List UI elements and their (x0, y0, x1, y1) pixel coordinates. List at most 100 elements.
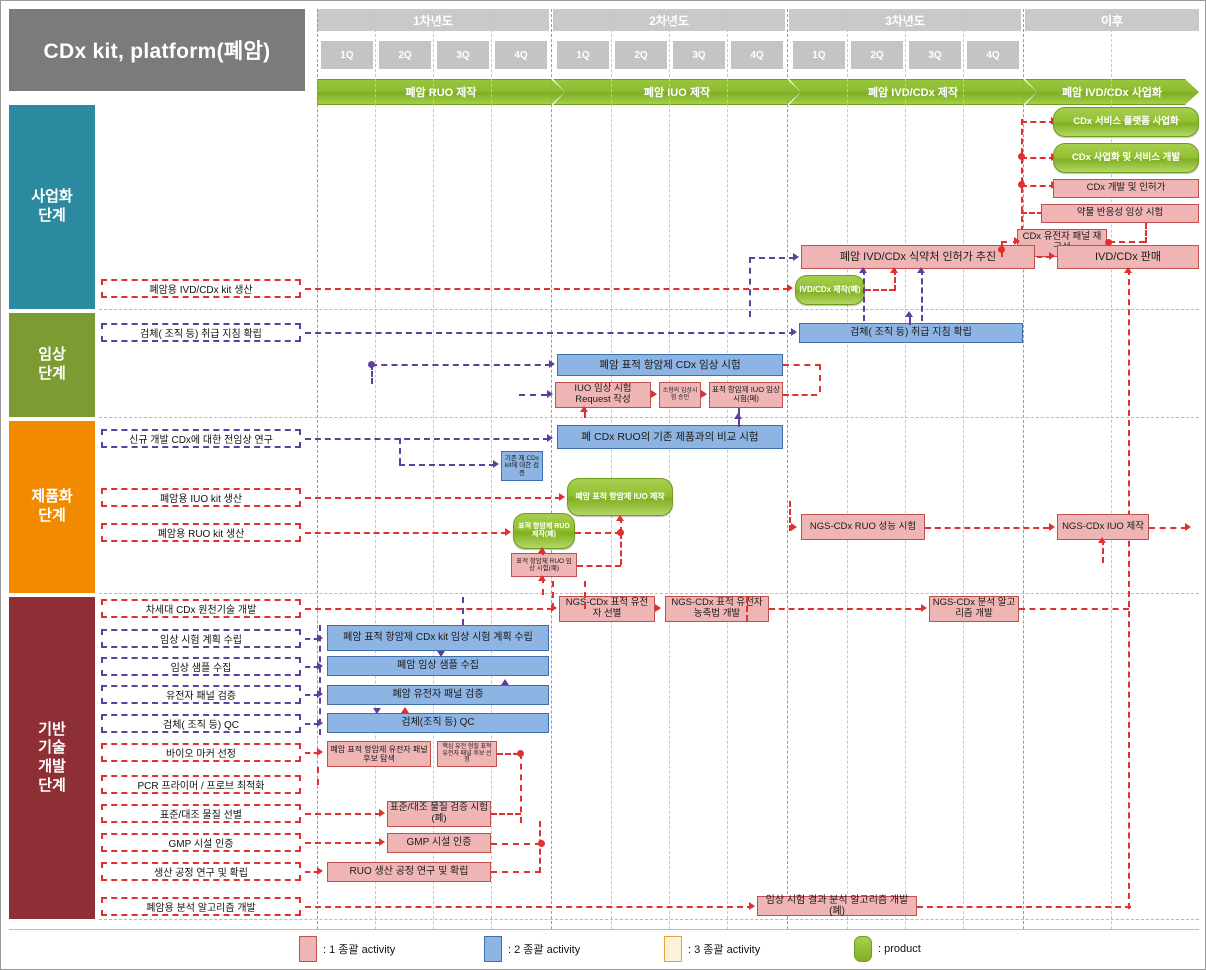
connector-horizontal (769, 608, 921, 610)
quarter-cell-8: 4Q (731, 41, 783, 69)
arrow-icon (1049, 252, 1055, 260)
junction-dot (368, 361, 375, 368)
connector-vertical (539, 821, 541, 873)
gridline-year-3 (787, 9, 788, 929)
arrow-icon (734, 413, 742, 419)
legend-label-1: : 1 종괄 activity (323, 944, 396, 956)
gridline-year-2 (551, 9, 552, 929)
quarter-cell-4: 4Q (495, 41, 547, 69)
connector-vertical (746, 597, 748, 621)
node-base-ngs-enrich[interactable]: NGS-CDx 표적 유전자 농축법 개발 (665, 596, 769, 622)
connector-vertical (1145, 223, 1147, 243)
node-clin-specimen-guide[interactable]: 검체( 조직 등) 취급 지침 확립 (799, 323, 1023, 343)
stage-label-clin-text: 임상 단계 (38, 346, 66, 382)
node-base-plan[interactable]: 폐암 표적 항암제 CDx kit 임상 시험 계획 수립 (327, 625, 549, 651)
quarter-cell-10: 2Q (851, 41, 903, 69)
connector-horizontal (1019, 608, 1129, 610)
gridline-q (611, 9, 612, 929)
node-clin-target-trial[interactable]: 폐암 표적 항암제 CDx 임상 시험 (557, 354, 783, 376)
gridline-q (375, 9, 376, 929)
legend-swatch-pink (299, 936, 317, 962)
node-base-ruo-process[interactable]: RUO 생산 공정 연구 및 확립 (327, 862, 491, 882)
node-clin-iuo-approval[interactable]: 소형의 임상시험 승인 (659, 382, 701, 408)
roadmap-canvas: CDx kit, platform(폐암) 1차년도 2차년도 3차년도 이후 … (0, 0, 1206, 970)
node-base-trial-algo[interactable]: 임상 시험 결과 분석 알고리즘 개발(폐) (757, 895, 917, 917)
legend-swatch-green (854, 936, 872, 962)
legend-item-2: : 2 종괄 activity (484, 932, 580, 966)
node-clin-iuo-request[interactable]: IUO 임상 시험 Request 작성 (555, 382, 651, 408)
node-prod-iuo-product[interactable]: 폐암 표적 항암제 IUO 제작 (567, 478, 673, 516)
connector-vertical (552, 581, 554, 609)
node-biz-cdx-dev-approval[interactable]: CDx 개발 및 인허가 (1053, 179, 1199, 198)
gridline-q (727, 9, 728, 929)
gridline-year-1 (317, 9, 318, 929)
arrow-icon (317, 867, 323, 875)
connector-vertical-purple (462, 597, 464, 625)
legend-swatch-cream (664, 936, 682, 962)
quarter-cell-1: 1Q (321, 41, 373, 69)
connector-horizontal (497, 753, 519, 755)
arrow-icon (379, 809, 385, 817)
arrow-icon (616, 515, 624, 521)
node-biz-cdx-service-dev[interactable]: CDx 사업화 및 서비스 개발 (1053, 143, 1199, 173)
legend-label-2: : 2 종괄 activity (508, 944, 581, 956)
node-base-ngs-target-gene[interactable]: NGS-CDx 표적 유전자 선별 (559, 596, 655, 622)
gridline-q (669, 9, 670, 929)
rowlabel-base-3: 임상 샘플 수집 (101, 657, 301, 676)
node-prod-ngs-ruo-perf[interactable]: NGS-CDx RUO 성능 시험 (801, 514, 925, 540)
arrow-icon (379, 838, 385, 846)
connector-horizontal (783, 364, 821, 366)
connector-horizontal (491, 813, 521, 815)
rowlabel-base-9: GMP 시설 인증 (101, 833, 301, 852)
node-base-gmp[interactable]: GMP 시설 인증 (387, 833, 491, 853)
node-base-panel[interactable]: 폐암 유전자 패널 검증 (327, 685, 549, 705)
rowlabel-biz-1: 폐암용 IVD/CDx kit 생산 (101, 279, 301, 298)
connector-vertical (317, 767, 319, 785)
connector-horizontal (305, 608, 553, 610)
arrow-icon (559, 493, 565, 501)
rowlabel-base-6: 바이오 마커 선정 (101, 743, 301, 762)
node-prod-existing-verify[interactable]: 기존 제 CDx kit에 대한 검증 (501, 451, 543, 481)
gridline-q (433, 9, 434, 929)
arrow-icon (905, 311, 913, 317)
arrow-icon (859, 267, 867, 273)
quarter-cell-2: 2Q (379, 41, 431, 69)
node-base-ngs-algo[interactable]: NGS-CDx 분석 알고리즘 개발 (929, 596, 1019, 622)
connector-horizontal (491, 843, 541, 845)
node-biz-drug-response-trial[interactable]: 약물 반응성 임상 시험 (1041, 204, 1199, 223)
connector-vertical (620, 533, 622, 565)
page-title: CDx kit, platform(폐암) (9, 9, 305, 91)
arrow-icon (317, 748, 323, 756)
node-prod-ruo-product[interactable]: 표적 항암제 RUO 제작(폐) (513, 513, 575, 549)
node-biz-service-platform[interactable]: CDx 서비스 플랫폼 사업화 (1053, 107, 1199, 137)
node-base-marker-select[interactable]: 핵심 유전 형질 표적 유전자 패널 후보 선정 (437, 741, 497, 767)
junction-dot (1018, 181, 1025, 188)
arrow-icon (1185, 523, 1191, 531)
quarter-cell-7: 3Q (673, 41, 725, 69)
connector-vertical-purple (863, 269, 865, 321)
node-base-sample[interactable]: 폐암 임상 샘플 수집 (327, 656, 549, 676)
node-clin-iuo-trial[interactable]: 표적 항암제 IUO 임상 시험(폐) (709, 382, 783, 408)
stage-label-clin: 임상 단계 (9, 313, 95, 417)
connector-vertical-purple (319, 625, 321, 735)
node-base-qc[interactable]: 검체(조직 등) QC (327, 713, 549, 733)
node-base-std-test[interactable]: 표준/대조 물질 검증 시험(폐) (387, 801, 491, 827)
band-separator-4 (99, 919, 1199, 920)
connector-horizontal (1021, 121, 1055, 123)
stage-label-biz: 사업화 단계 (9, 105, 95, 309)
junction-dot (1018, 153, 1025, 160)
connector-horizontal (925, 527, 1049, 529)
arrow-icon (547, 434, 553, 442)
arrow-icon (921, 604, 927, 612)
rowlabel-base-2: 임상 시험 계획 수립 (101, 629, 301, 648)
node-base-marker-search[interactable]: 폐암 표적 항암제 유전자 패널 후보 탐색 (327, 741, 431, 767)
node-prod-ruo-trial[interactable]: 표적 항암제 RUO 임상 시험(폐) (511, 553, 577, 577)
rowlabel-base-7: PCR 프라이머 / 프로브 최적화 (101, 775, 301, 794)
node-prod-compare-test[interactable]: 폐 CDx RUO의 기존 제품과의 비교 시험 (557, 425, 783, 449)
connector-vertical (1128, 269, 1130, 909)
connector-horizontal (305, 532, 507, 534)
arrow-icon (437, 651, 445, 657)
node-biz-ivd-sales[interactable]: IVD/CDx 판매 (1057, 245, 1199, 269)
legend-item-1: : 1 종괄 activity (299, 932, 395, 966)
node-biz-ivd-product[interactable]: IVD/CDx 제작(폐) (795, 275, 865, 305)
